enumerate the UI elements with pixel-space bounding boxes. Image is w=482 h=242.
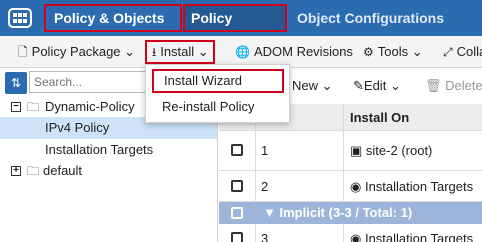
nav-object-configurations[interactable]: Object Configurations [297, 0, 444, 36]
install-dropdown-menu: Install Wizard Re-install Policy [145, 64, 290, 123]
install-icon: ⭳ [152, 45, 157, 59]
table-row[interactable]: 1 ▣ site-2 (root) [219, 131, 482, 171]
delete-label: Delete [445, 78, 482, 93]
top-nav-bar: Policy & Objects ⌄ Policy Packages Objec… [0, 0, 482, 50]
fortinet-logo-icon[interactable] [8, 8, 32, 28]
tools-menu-button[interactable]: ⚙ Tools ⌄ [363, 36, 423, 68]
chevron-down-icon: ⌄ [124, 44, 136, 59]
new-label: New [292, 78, 319, 93]
row-checkbox[interactable] [231, 180, 243, 192]
sort-icon[interactable]: ⇅ [5, 72, 27, 94]
install-label: Install [160, 44, 195, 59]
nav-policy-objects[interactable]: Policy & Objects ⌄ [44, 4, 182, 50]
tree-item-label: Dynamic-Policy [45, 99, 135, 114]
nav-policy-packages[interactable]: Policy Packages [183, 4, 287, 50]
file-icon: 🗋 [18, 45, 28, 59]
target-icon: ◉ [350, 231, 362, 242]
chevron-down-icon: ⌄ [197, 44, 209, 59]
tree-item-default[interactable]: + 🗀 default [0, 160, 217, 182]
search-input[interactable] [29, 71, 151, 93]
row-seq: 1 [261, 143, 269, 158]
trash-icon: 🗑 [425, 78, 442, 93]
expand-toggle-icon[interactable]: + [11, 166, 21, 176]
new-button[interactable]: New ⌄ [292, 68, 333, 104]
edit-button[interactable]: ✎Edit ⌄ [353, 68, 401, 104]
delete-button[interactable]: 🗑 Delete [425, 68, 482, 104]
policy-package-menu-button[interactable]: 🗋 Policy Package ⌄ [18, 36, 135, 68]
tree-item-label: Installation Targets [45, 142, 154, 157]
menu-item-reinstall-policy[interactable]: Re-install Policy [146, 95, 291, 119]
table-row[interactable]: 2 ◉ Installation Targets [219, 171, 482, 202]
caret-down-icon[interactable]: ▼ [263, 205, 276, 220]
implicit-section-row[interactable]: ▼ Implicit (3-3 / Total: 1) [219, 202, 482, 224]
row-install-on: site-2 (root) [365, 143, 433, 158]
edit-label: Edit [363, 78, 387, 93]
adom-revisions-label: ADOM Revisions [253, 44, 353, 59]
section-label: Implicit (3-3 / Total: 1) [279, 205, 413, 220]
row-seq: 2 [261, 179, 269, 194]
row-checkbox[interactable] [231, 144, 243, 156]
tree-item-installation-targets[interactable]: Installation Targets [0, 139, 217, 161]
tools-label: Tools [377, 44, 409, 59]
policy-package-label: Policy Package [31, 44, 121, 59]
row-checkbox[interactable] [231, 232, 243, 242]
chevron-down-icon: ⌄ [321, 78, 333, 93]
column-header-install-on[interactable]: Install On [350, 110, 409, 125]
section-checkbox[interactable] [231, 207, 243, 219]
row-seq: 3 [261, 231, 269, 242]
nav-policy-objects-label: Policy & Objects [54, 10, 165, 26]
row-install-on: Installation Targets [364, 179, 474, 194]
tree-item-label: IPv4 Policy [45, 120, 110, 135]
install-menu-button[interactable]: ⭳ Install ⌄ [145, 40, 215, 64]
edit-icon: ✎ [353, 78, 364, 93]
chevron-down-icon: ⌄ [389, 78, 401, 93]
collapse-label: Colla [456, 44, 482, 59]
table-row[interactable]: 3 ◉ Installation Targets [219, 224, 482, 242]
collapse-toggle-icon[interactable]: − [11, 102, 21, 112]
package-icon: 🗀 [27, 164, 40, 178]
menu-item-install-wizard[interactable]: Install Wizard [152, 69, 284, 93]
gear-icon: ⚙ [363, 45, 374, 59]
collapse-icon: ⤢ [443, 45, 453, 59]
collapse-button[interactable]: ⤢Colla [443, 36, 482, 68]
package-icon: 🗀 [27, 100, 40, 114]
row-install-on: Installation Targets [364, 231, 474, 242]
tree-item-label: default [43, 163, 83, 178]
device-icon: ▣ [350, 143, 363, 158]
chevron-down-icon: ⌄ [411, 44, 423, 59]
target-icon: ◉ [350, 179, 362, 194]
